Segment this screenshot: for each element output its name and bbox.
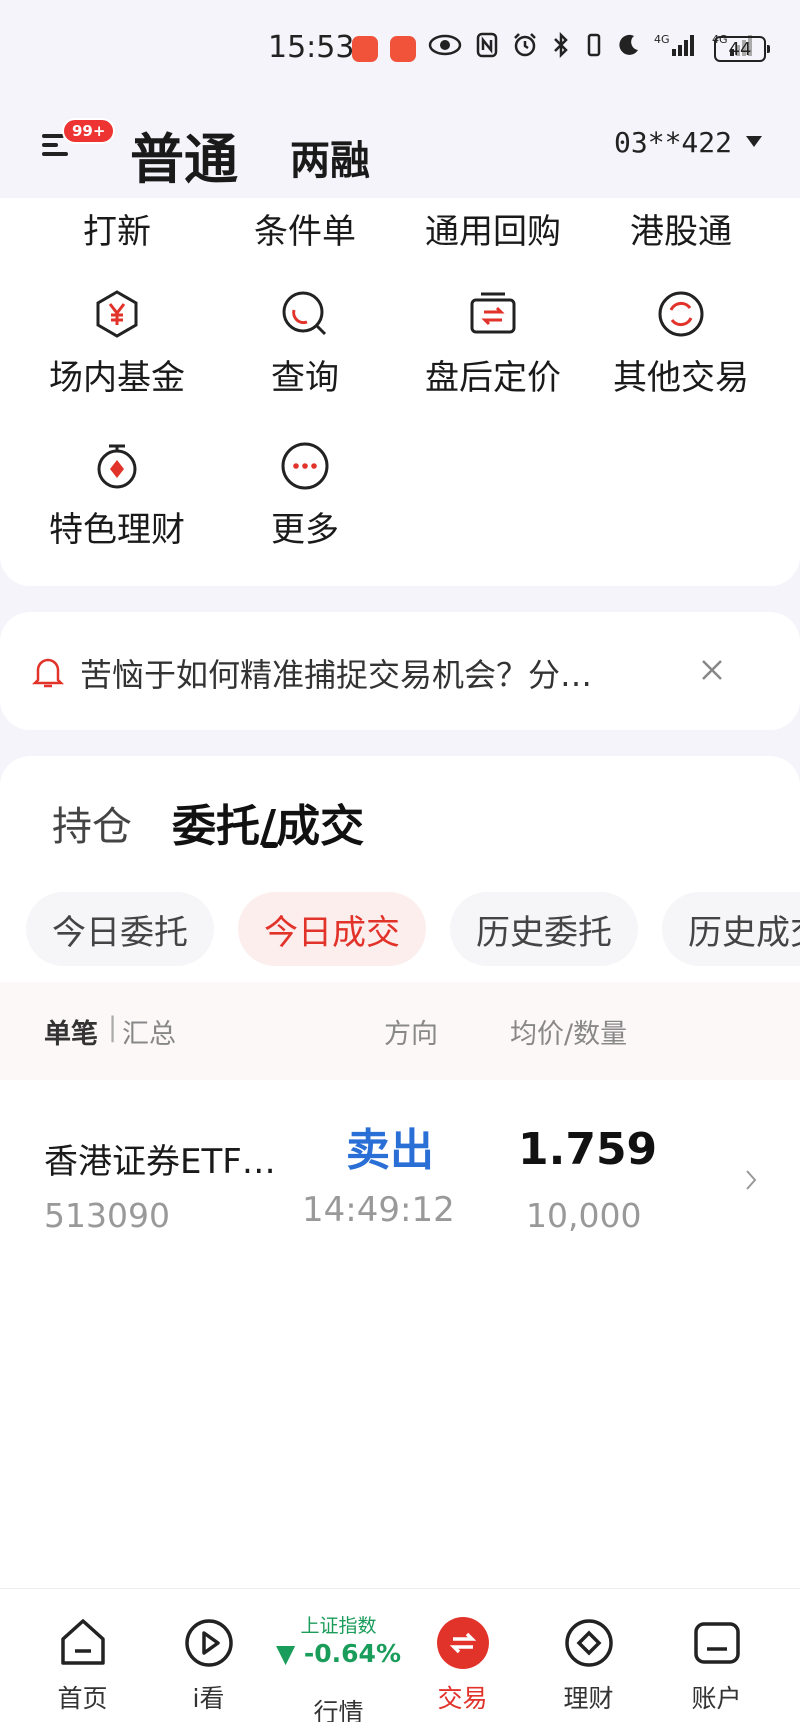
- exchange-icon: [467, 288, 519, 340]
- vibrate-icon: [584, 32, 604, 64]
- status-bar: 15:53 4G 4G 44: [0, 0, 800, 100]
- nav-account[interactable]: 账户: [650, 1589, 783, 1722]
- grid-item-more[interactable]: 更多: [210, 440, 400, 551]
- svg-text:4G: 4G: [654, 33, 670, 46]
- timer-icon: [91, 440, 143, 492]
- app-notification-icon: [352, 36, 378, 62]
- store-notification-icon: [390, 36, 416, 62]
- grid-item-label: 盘后定价: [425, 358, 561, 398]
- tab-margin[interactable]: 两融: [290, 128, 370, 186]
- eye-icon: [428, 34, 462, 62]
- more-icon: [279, 440, 331, 492]
- grid-item-label: 其他交易: [613, 358, 749, 398]
- nav-label: 账户: [691, 1684, 742, 1713]
- grid-item-label: 打新: [83, 212, 151, 252]
- notice-text[interactable]: 苦恼于如何精准捕捉交易机会？分…: [80, 650, 660, 696]
- nav-label: 行情: [313, 1698, 364, 1722]
- refresh-circle-icon: [655, 288, 707, 340]
- grid-item-other-trading[interactable]: 其他交易: [586, 288, 776, 399]
- exchange-icon: [435, 1615, 491, 1671]
- header-single[interactable]: 单笔: [44, 1012, 98, 1051]
- close-icon[interactable]: [694, 652, 730, 688]
- bottom-nav: 首页 i看 上证指数 ▼ -0.64% 行情 交易 理财 账户: [0, 1588, 800, 1722]
- alarm-icon: [512, 32, 538, 64]
- nav-watch[interactable]: i看: [142, 1589, 275, 1722]
- grid-item-label: 港股通: [630, 212, 732, 252]
- orders-card: 持仓 委托/成交 今日委托 今日成交 历史委托 历史成交 单笔 | 汇总 方向 …: [0, 756, 800, 1722]
- security-code: 513090: [44, 1196, 170, 1235]
- grid-item-label: 场内基金: [49, 358, 185, 398]
- header-price-quantity: 均价/数量: [510, 1019, 628, 1050]
- grid-item-label: 查询: [271, 358, 339, 398]
- order-filter-chips: 今日委托 今日成交 历史委托 历史成交: [26, 892, 800, 966]
- nav-trade[interactable]: 交易: [396, 1589, 529, 1722]
- battery-indicator: 44: [714, 36, 770, 62]
- grid-item-hk-connect[interactable]: 港股通: [586, 204, 776, 253]
- header-direction: 方向: [384, 1019, 438, 1050]
- grid-item-exchange-fund[interactable]: 场内基金: [22, 288, 212, 399]
- grid-item-after-hours-pricing[interactable]: 盘后定价: [398, 288, 588, 399]
- signal-1-icon: 4G: [654, 32, 698, 64]
- tab-position[interactable]: 持仓: [52, 794, 132, 852]
- status-time: 15:53: [268, 30, 355, 65]
- nfc-icon: [476, 32, 498, 64]
- account-icon: [689, 1615, 745, 1671]
- bluetooth-icon: [552, 31, 570, 64]
- chip-history-trades[interactable]: 历史成交: [662, 892, 800, 966]
- tab-normal[interactable]: 普通: [130, 115, 238, 194]
- grid-item-label: 特色理财: [49, 510, 185, 550]
- grid-item-label: 通用回购: [425, 212, 561, 252]
- nav-market[interactable]: 上证指数 ▼ -0.64% 行情: [272, 1589, 405, 1722]
- grid-item-query[interactable]: 查询: [210, 288, 400, 399]
- chevron-right-icon[interactable]: [744, 1168, 758, 1192]
- bell-icon: [31, 654, 65, 690]
- tab-underline: [262, 842, 278, 848]
- chip-today-orders[interactable]: 今日委托: [26, 892, 214, 966]
- notice-banner[interactable]: 苦恼于如何精准捕捉交易机会？分…: [0, 612, 800, 730]
- function-grid: 打新 条件单 通用回购 港股通 场内基金 查询 盘后定价 其他交易 特色理财 更…: [0, 198, 800, 586]
- grid-item-label: 条件单: [254, 212, 356, 252]
- nav-wealth[interactable]: 理财: [522, 1589, 655, 1722]
- nav-label: 交易: [437, 1684, 488, 1713]
- trade-direction: 卖出: [346, 1125, 434, 1176]
- grid-item-ipo[interactable]: 打新: [22, 204, 212, 253]
- list-header: 单笔 | 汇总 方向 均价/数量: [0, 982, 800, 1080]
- header: 99+ 普通 两融 03**422: [0, 100, 800, 200]
- index-name: 上证指数: [300, 1615, 377, 1637]
- play-circle-icon: [181, 1615, 237, 1671]
- grid-item-featured-wealth[interactable]: 特色理财: [22, 440, 212, 551]
- chip-today-trades[interactable]: 今日成交: [238, 892, 426, 966]
- header-summary[interactable]: 汇总: [122, 1012, 176, 1051]
- status-icons: 4G 4G: [428, 31, 756, 64]
- chip-history-orders[interactable]: 历史委托: [450, 892, 638, 966]
- nav-label: 理财: [563, 1684, 614, 1713]
- search-icon: [279, 288, 331, 340]
- grid-item-repo[interactable]: 通用回购: [398, 204, 588, 253]
- notification-badge: 99+: [62, 118, 116, 144]
- yen-hexagon-icon: [91, 288, 143, 340]
- grid-item-label: 更多: [271, 510, 339, 550]
- header-separator: |: [108, 1012, 118, 1043]
- table-row[interactable]: 香港证券ETF… 513090 卖出 14:49:12 1.759 10,000: [0, 1096, 800, 1256]
- security-name: 香港证券ETF…: [44, 1142, 276, 1182]
- nav-label: 首页: [57, 1684, 108, 1713]
- nav-home[interactable]: 首页: [16, 1589, 149, 1722]
- wealth-icon: [561, 1615, 617, 1671]
- chevron-down-icon[interactable]: [746, 136, 762, 147]
- average-price: 1.759: [518, 1124, 658, 1175]
- nav-label: i看: [192, 1684, 225, 1713]
- account-selector[interactable]: 03**422: [614, 126, 732, 159]
- moon-icon: [618, 33, 640, 63]
- trade-time: 14:49:12: [302, 1190, 455, 1230]
- index-change: ▼ -0.64%: [275, 1639, 402, 1668]
- home-icon: [55, 1615, 111, 1671]
- trade-quantity: 10,000: [526, 1196, 642, 1235]
- grid-item-conditional-order[interactable]: 条件单: [210, 204, 400, 253]
